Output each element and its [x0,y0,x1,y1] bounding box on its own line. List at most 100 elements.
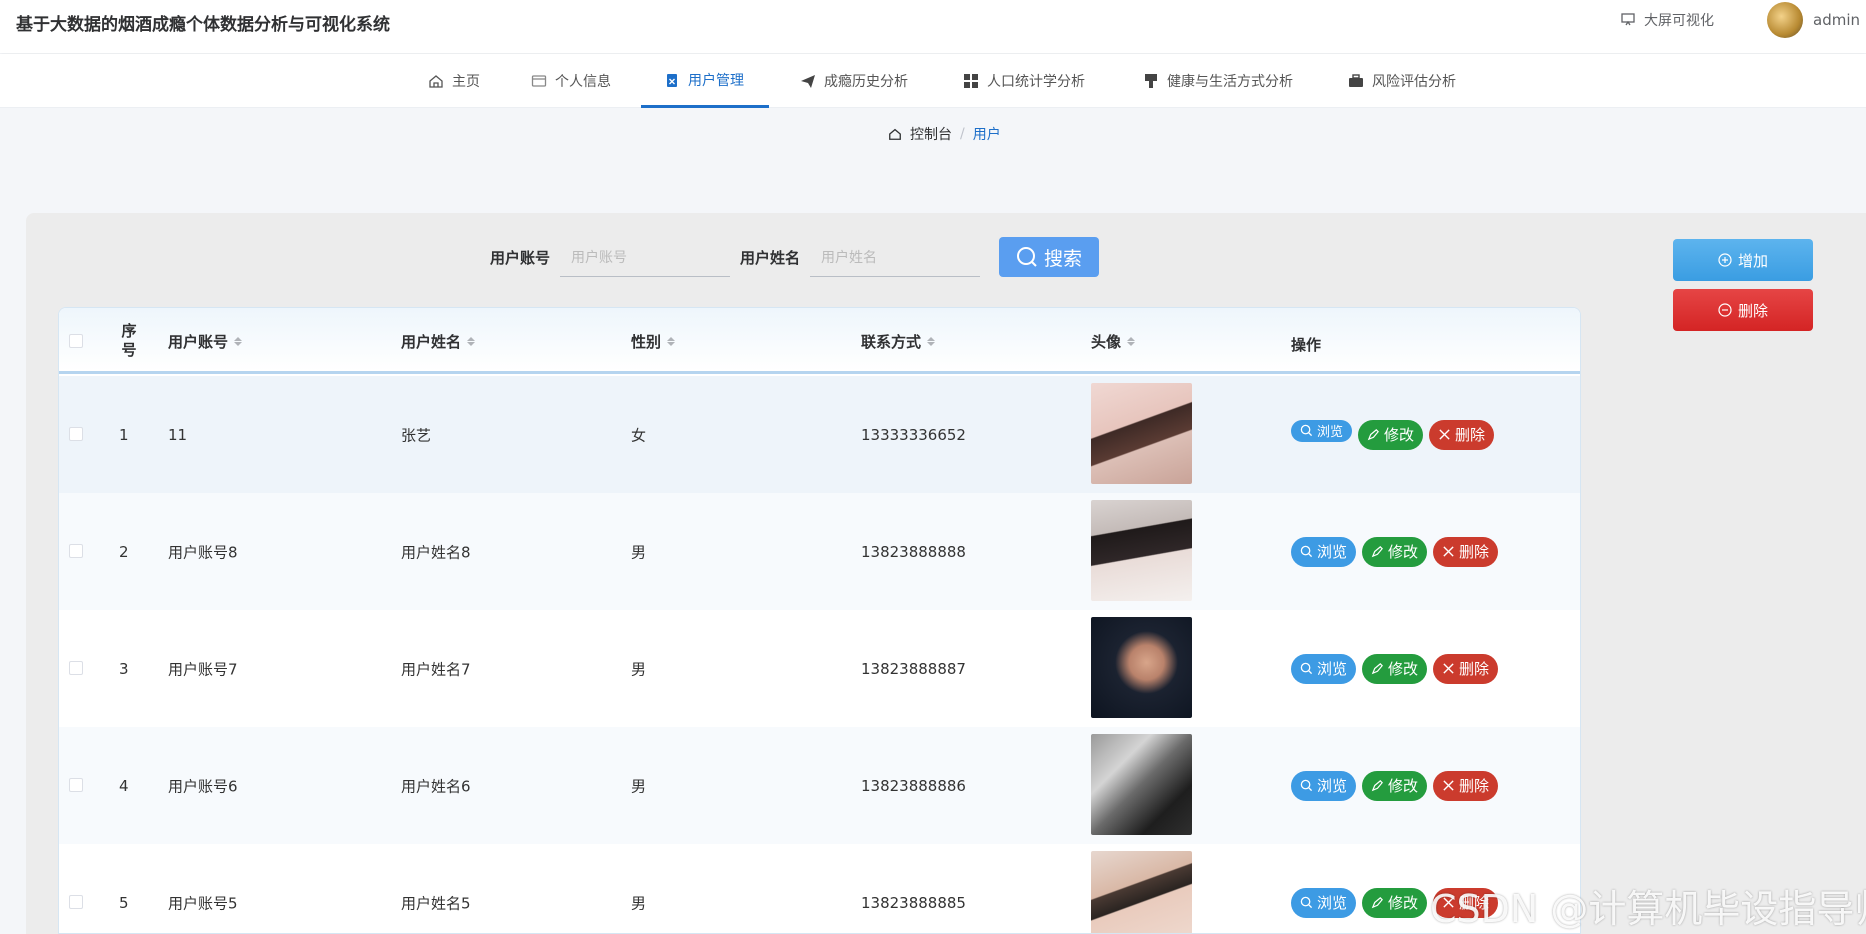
edit-button[interactable]: 修改 [1362,770,1428,801]
table-row: 1 11 张艺 女 13333336652 浏览 修改 删除 [59,376,1580,493]
search-icon [1017,247,1037,267]
breadcrumb-current: 用户 [972,127,1001,143]
nav-item-health-lifestyle[interactable]: 健康与生活方式分析 [1143,54,1293,108]
watermark: CSDN @计算机毕设指导师 [1430,887,1866,931]
row-index: 1 [119,425,129,444]
row-account: 用户账号5 [168,894,238,912]
row-index: 3 [119,659,129,678]
col-account[interactable]: 用户账号 [168,308,243,374]
name-search-input[interactable] [810,237,981,277]
search-icon [1300,424,1313,437]
brush-icon [1145,74,1157,88]
nav-item-addiction-history[interactable]: 成瘾历史分析 [800,54,908,108]
bigscreen-label: 大屏可视化 [1644,13,1714,29]
app-title: 基于大数据的烟酒成瘾个体数据分析与可视化系统 [16,15,390,35]
monitor-icon [1621,13,1635,26]
select-all-checkbox[interactable] [69,334,83,348]
row-gender: 女 [631,426,647,444]
close-icon [1443,546,1454,557]
home-icon [429,75,443,88]
row-checkbox[interactable] [69,895,83,909]
table-header: 序号 用户账号 用户姓名 性别 联系方式 头像 操作 [59,308,1580,374]
sort-icon [467,336,476,346]
col-gender[interactable]: 性别 [631,308,676,374]
row-phone: 13823888887 [861,659,966,678]
main-nav: 主页 个人信息 用户管理 成瘾历史分析 人口统计学分析 健康与生活方式分析 风险… [0,54,1866,108]
breadcrumb: 控制台 / 用户 [888,124,1001,144]
view-button[interactable]: 浏览 [1291,419,1353,442]
row-gender: 男 [631,543,647,561]
search-button[interactable]: 搜索 [999,237,1100,277]
batch-delete-button[interactable]: 删除 [1673,289,1813,331]
delete-button[interactable]: 删除 [1433,536,1499,567]
nav-item-user-management[interactable]: 用户管理 [641,54,769,108]
nav-item-profile[interactable]: 个人信息 [531,54,611,108]
row-checkbox[interactable] [69,427,83,441]
view-button[interactable]: 浏览 [1291,887,1357,918]
table-row: 2 用户账号8 用户姓名8 男 13823888888 浏览 修改 删除 [59,493,1580,610]
edit-icon [1367,429,1379,441]
user-photo[interactable] [1091,734,1192,835]
search-form: 用户账号 用户姓名 搜索 [490,237,1100,277]
col-phone[interactable]: 联系方式 [861,308,936,374]
view-button[interactable]: 浏览 [1291,770,1357,801]
edit-button[interactable]: 修改 [1362,653,1428,684]
row-checkbox[interactable] [69,778,83,792]
delete-button[interactable]: 删除 [1433,770,1499,801]
table-row: 3 用户账号7 用户姓名7 男 13823888887 浏览 修改 删除 [59,610,1580,727]
view-button[interactable]: 浏览 [1291,653,1357,684]
breadcrumb-home[interactable]: 控制台 [910,124,952,144]
user-photo[interactable] [1091,617,1192,718]
delete-button[interactable]: 删除 [1433,653,1499,684]
edit-button[interactable]: 修改 [1362,887,1428,918]
row-index: 4 [119,776,129,795]
account-label: 用户账号 [490,248,551,267]
edit-button[interactable]: 修改 [1358,419,1424,450]
row-account: 用户账号7 [168,660,238,678]
row-checkbox[interactable] [69,661,83,675]
user-menu[interactable]: admin [1767,2,1860,38]
account-search-input[interactable] [560,237,731,277]
row-gender: 男 [631,660,647,678]
close-icon [1443,780,1454,791]
user-photo[interactable] [1091,500,1192,601]
table-row: 4 用户账号6 用户姓名6 男 13823888886 浏览 修改 删除 [59,727,1580,844]
row-account: 用户账号8 [168,543,238,561]
row-actions: 浏览 修改 删除 [1291,536,1499,567]
home-icon [889,128,901,140]
nav-item-demographics[interactable]: 人口统计学分析 [963,54,1085,108]
edit-icon [1371,663,1383,675]
row-gender: 男 [631,894,647,912]
view-button[interactable]: 浏览 [1291,536,1357,567]
col-index: 序号 [121,321,137,360]
grid-icon [964,74,978,88]
row-actions: 浏览 修改 删除 [1291,653,1499,684]
user-photo[interactable] [1091,851,1192,933]
bigscreen-link[interactable]: 大屏可视化 [1620,10,1714,30]
row-name: 用户姓名7 [401,660,471,678]
nav-item-home[interactable]: 主页 [428,54,480,108]
search-icon [1300,779,1313,792]
edit-icon [1371,780,1383,792]
username: admin [1813,11,1860,29]
nav-item-risk-assessment[interactable]: 风险评估分析 [1348,54,1456,108]
col-name[interactable]: 用户姓名 [401,308,476,374]
edit-button[interactable]: 修改 [1362,536,1428,567]
row-name: 用户姓名8 [401,543,471,561]
add-button[interactable]: 增加 [1673,239,1813,281]
table-row: 5 用户账号5 用户姓名5 男 13823888885 浏览 修改 删除 [59,844,1580,933]
search-icon [1300,662,1313,675]
top-header: 基于大数据的烟酒成瘾个体数据分析与可视化系统 大屏可视化 admin [0,0,1866,53]
sort-icon [1127,336,1136,346]
search-icon [1300,896,1313,909]
briefcase-icon [1349,74,1363,87]
delete-button[interactable]: 删除 [1429,419,1495,450]
row-actions: 浏览 修改 删除 [1291,770,1499,801]
col-photo[interactable]: 头像 [1091,308,1136,374]
row-index: 2 [119,542,129,561]
row-phone: 13333336652 [861,425,966,444]
edit-icon [1371,897,1383,909]
user-photo[interactable] [1091,383,1192,484]
row-checkbox[interactable] [69,544,83,558]
edit-icon [1371,546,1383,558]
